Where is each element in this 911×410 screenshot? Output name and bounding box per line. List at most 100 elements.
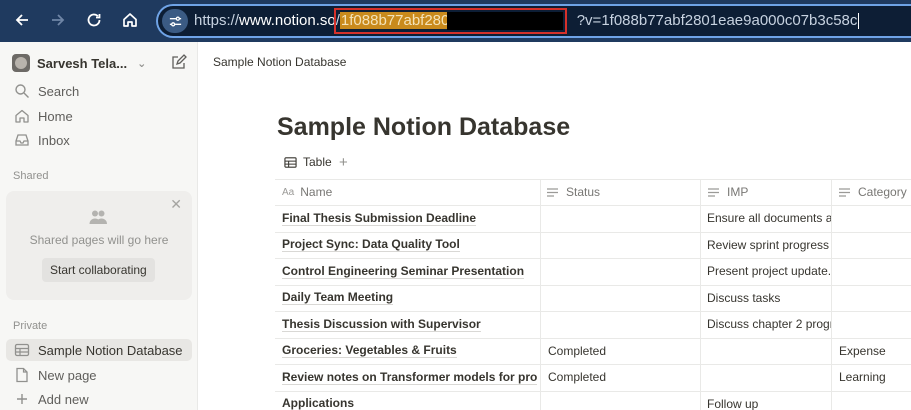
inbox-icon [15,134,29,146]
site-info-button[interactable] [162,9,188,33]
table-cell-status[interactable]: Completed [548,364,698,390]
table-cell-name[interactable]: Daily Team Meeting [282,285,537,311]
reload-icon [87,13,101,27]
table-cell-category[interactable] [839,311,911,337]
column-header-status[interactable]: Status [546,179,700,205]
tab-table-view[interactable]: Table [284,155,332,169]
table-cell-name[interactable]: Review notes on Transformer models for p… [282,364,537,390]
column-header-label: Category [858,185,907,199]
sidebar-item-label: Home [38,108,73,124]
sidebar-item-home[interactable]: Home [14,108,73,124]
cell-value: Completed [548,370,607,384]
compose-icon [172,54,187,69]
address-bar[interactable]: https://www.notion.so/1f088b77abf2806 ?v=… [156,4,911,38]
table-cell-status[interactable] [548,311,698,337]
url-scheme: https:// [194,12,240,29]
row-title: Daily Team Meeting [282,290,394,305]
row-title: Applications [282,396,355,410]
sidebar-item-search[interactable]: Search [14,83,79,99]
home-button[interactable] [117,7,143,33]
table-cell-name[interactable]: Applications [282,391,537,410]
table-cell-category[interactable] [839,205,911,231]
table-cell-status[interactable] [548,258,698,284]
table-cell-imp[interactable]: Discuss tasks [707,285,831,311]
table-cell-imp[interactable]: Present project update. [707,258,831,284]
table-cell-category[interactable] [839,258,911,284]
table-cell-category[interactable] [839,391,911,410]
tune-icon [169,16,181,26]
cell-value: Review sprint progress [707,237,830,252]
text-lines-icon [547,187,558,197]
row-title: Review notes on Transformer models for p… [282,370,537,385]
table-cell-name[interactable]: Thesis Discussion with Supervisor [282,311,537,337]
people-icon [89,210,107,224]
cell-value: Completed [548,343,607,358]
row-title: Groceries: Vegetables & Fruits [282,343,457,358]
arrow-right-icon [52,14,65,26]
column-header-imp[interactable]: IMP [707,179,831,205]
table-cell-status[interactable] [548,232,698,258]
table-cell-name[interactable]: Groceries: Vegetables & Fruits [282,338,537,364]
sidebar-item-new-page[interactable]: New page [14,367,97,383]
table-cell-imp[interactable] [707,364,831,390]
text-lines-icon [839,187,850,197]
table-icon [14,343,30,357]
cell-value: Present project update. [707,264,831,278]
column-header-label: IMP [727,185,749,199]
sidebar-item-inbox[interactable]: Inbox [14,132,70,148]
column-divider [700,179,701,410]
table-icon [284,156,297,168]
sidebar-item-add-new[interactable]: Add new [14,391,89,407]
table-cell-category[interactable] [839,285,911,311]
table-cell-name[interactable]: Final Thesis Submission Deadline [282,205,537,231]
forward-button[interactable] [45,7,71,33]
table-cell-name[interactable]: Project Sync: Data Quality Tool [282,232,537,258]
breadcrumb[interactable]: Sample Notion Database [213,55,346,69]
table-cell-status[interactable] [548,285,698,311]
start-collaborating-button[interactable]: Start collaborating [42,258,155,282]
reload-button[interactable] [81,7,107,33]
column-header-name[interactable]: Aa Name [282,179,540,205]
table-cell-imp[interactable]: Discuss chapter 2 progre [707,311,831,337]
table-cell-status[interactable] [548,391,698,410]
row-title: Final Thesis Submission Deadline [282,210,477,226]
browser-toolbar: https://www.notion.so/1f088b77abf2806 ?v=… [0,0,911,42]
table-cell-status[interactable]: Completed [548,338,698,364]
column-header-label: Name [300,185,333,199]
plus-icon [17,394,27,404]
table-cell-status[interactable] [548,205,698,231]
chevron-down-icon: ⌄ [137,57,147,70]
table-cell-name[interactable]: Control Engineering Seminar Presentation [282,258,537,284]
shared-empty-card: ✕ Shared pages will go here Start collab… [6,191,192,300]
table-cell-imp[interactable] [707,338,831,364]
table-cell-category[interactable]: Learning [839,364,911,390]
tab-label: Table [303,155,332,169]
table-cell-imp[interactable]: Ensure all documents are [707,205,831,231]
home-icon [123,13,137,27]
table-cell-imp[interactable]: Review sprint progress [707,232,831,258]
table-cell-category[interactable]: Expense [839,338,911,364]
sidebar-item-label: Inbox [38,132,70,148]
text-caret [858,12,860,29]
row-title: Thesis Discussion with Supervisor [282,316,481,332]
page-icon [16,367,28,383]
cell-value: Learning [839,370,886,384]
close-icon[interactable]: ✕ [170,196,182,213]
table-cell-imp[interactable]: Follow up [707,391,831,410]
column-header-category[interactable]: Category [838,179,911,205]
table-cell-category[interactable] [839,232,911,258]
workspace-switcher[interactable]: Sarvesh Tela... ⌄ [12,54,146,72]
add-view-button[interactable]: + [339,154,348,171]
sidebar-item-sample-notion-database[interactable]: Sample Notion Database [14,342,183,358]
home-icon [15,109,29,123]
page-title[interactable]: Sample Notion Database [277,113,570,142]
column-header-label: Status [566,185,601,199]
sidebar-item-label: Add new [38,391,89,407]
url-query: ?v=1f088b77abf2801eae9a000c07b3c58c [576,12,858,29]
workspace-avatar [12,54,30,72]
sidebar-item-label: New page [38,367,97,383]
new-page-button[interactable] [171,54,187,70]
private-section-label: Private [13,320,48,332]
search-icon [15,84,29,98]
back-button[interactable] [9,7,35,33]
